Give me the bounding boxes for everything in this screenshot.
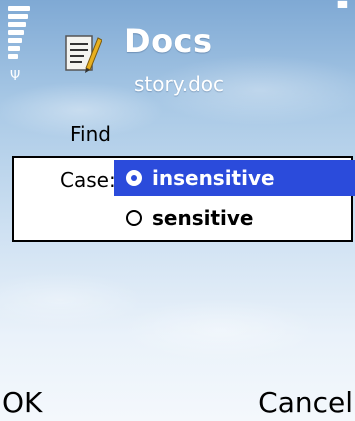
cancel-softkey[interactable]: Cancel [258,386,353,419]
option-label: insensitive [152,166,275,190]
antenna-icon: Ψ [10,69,21,84]
find-label: Find [70,122,111,146]
docs-app-icon [65,35,102,73]
signal-strength-icon [8,6,30,68]
case-label: Case: [60,168,116,192]
document-name: story.doc [134,72,224,96]
app-title: Docs [124,22,213,60]
case-option-insensitive[interactable]: insensitive [114,160,355,196]
case-option-sensitive[interactable]: sensitive [114,200,355,236]
ok-softkey[interactable]: OK [2,386,42,419]
case-setting-box: Case: insensitive sensitive [12,156,355,242]
battery-icon: ▀ [337,1,347,15]
option-label: sensitive [152,206,254,230]
radio-selected-icon [126,170,142,186]
radio-unselected-icon [126,210,142,226]
